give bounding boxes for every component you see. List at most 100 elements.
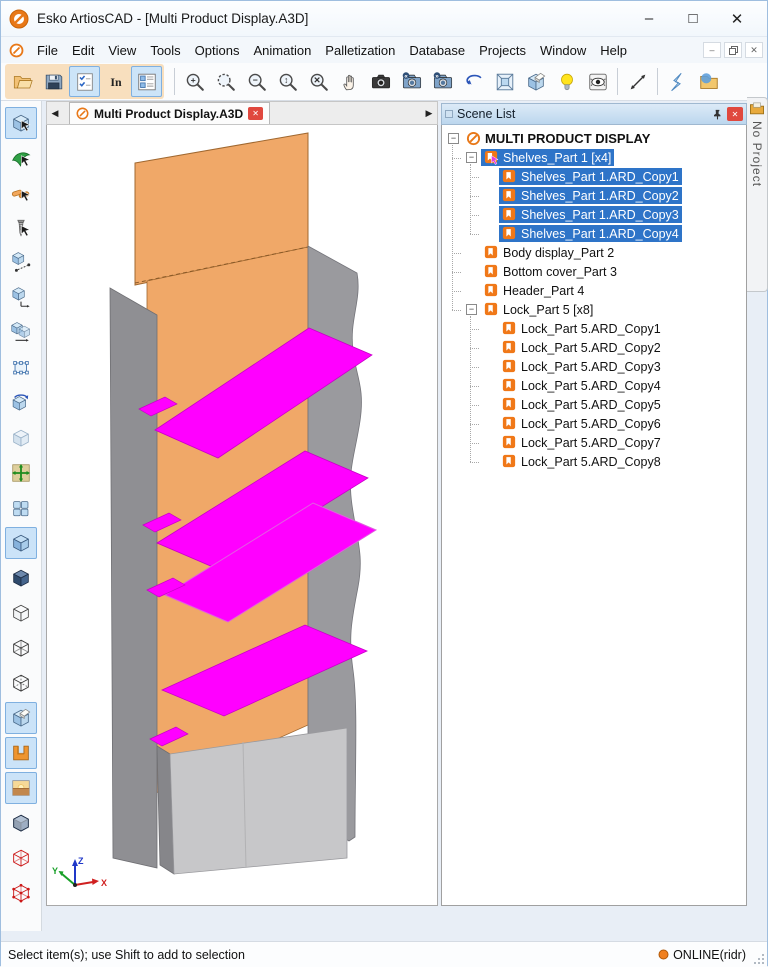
perspective-frame-button[interactable] [489, 66, 520, 97]
select-surface-button[interactable] [5, 142, 37, 174]
render-options-button[interactable] [582, 66, 613, 97]
view-points-red-button[interactable] [5, 877, 37, 909]
part-icon [502, 169, 517, 184]
cube-shaded-icon [10, 567, 32, 589]
scene-item[interactable]: Lock_Part 5.ARD_Copy5 [444, 395, 744, 414]
arrange-copies-button[interactable] [5, 492, 37, 524]
document-tab[interactable]: Multi Product Display.A3D ✕ [69, 102, 270, 124]
defaults-button[interactable] [69, 66, 100, 97]
view-background-button[interactable] [5, 772, 37, 804]
scene-item[interactable]: Lock_Part 5.ARD_Copy7 [444, 433, 744, 452]
pullout-view-button[interactable] [520, 66, 551, 97]
units-button[interactable]: In [100, 66, 131, 97]
mdi-close-button[interactable]: ✕ [745, 42, 763, 58]
zoom-fit-height-button[interactable]: ↕ [272, 66, 303, 97]
zoom-extents-button[interactable]: ✕ [303, 66, 334, 97]
scene-item[interactable]: Body display_Part 2 [444, 243, 744, 262]
view-wireframe-button[interactable] [5, 632, 37, 664]
duplicate-object-button[interactable] [5, 422, 37, 454]
previous-view-button[interactable]: « [396, 66, 427, 97]
zoom-out-button[interactable]: − [241, 66, 272, 97]
minimize-button[interactable]: – [627, 4, 671, 34]
next-view-button[interactable]: » [427, 66, 458, 97]
zoom-in-button[interactable]: + [179, 66, 210, 97]
collapse-icon[interactable]: − [466, 304, 477, 315]
select-button[interactable] [5, 107, 37, 139]
scene-item[interactable]: Lock_Part 5.ARD_Copy3 [444, 357, 744, 376]
menu-file[interactable]: File [30, 40, 65, 61]
scene-item[interactable]: Shelves_Part 1.ARD_Copy2 [444, 186, 744, 205]
view-eraser-button[interactable] [5, 702, 37, 734]
maximize-button[interactable]: □ [671, 4, 715, 34]
pan-button[interactable] [334, 66, 365, 97]
part-icon [502, 321, 517, 336]
project-browser-button[interactable] [693, 66, 724, 97]
part-icon [484, 245, 499, 260]
select-hardware-button[interactable] [5, 212, 37, 244]
cube-xray-icon [10, 672, 32, 694]
rotate-view-button[interactable] [458, 66, 489, 97]
view-transparent-button[interactable] [5, 807, 37, 839]
collapse-icon[interactable]: − [466, 152, 477, 163]
tab-scroll-right-icon[interactable]: ▶ [421, 108, 437, 119]
menu-view[interactable]: View [101, 40, 143, 61]
project-side-tab[interactable]: No Project [747, 97, 768, 292]
scene-item[interactable]: Bottom cover_Part 3 [444, 262, 744, 281]
move-point-to-point-button[interactable] [5, 247, 37, 279]
menu-database[interactable]: Database [402, 40, 472, 61]
view-wireframe-red-button[interactable] [5, 842, 37, 874]
scene-item[interactable]: −Shelves_Part 1 [x4] [444, 148, 744, 167]
menu-options[interactable]: Options [188, 40, 247, 61]
lighting-button[interactable] [551, 66, 582, 97]
scene-item[interactable]: Shelves_Part 1.ARD_Copy4 [444, 224, 744, 243]
scene-item[interactable]: Header_Part 4 [444, 281, 744, 300]
snapshot-button[interactable] [365, 66, 396, 97]
zoom-in-icon: + [184, 71, 206, 93]
close-button[interactable]: ✕ [715, 4, 759, 34]
menu-edit[interactable]: Edit [65, 40, 101, 61]
pin-icon[interactable] [712, 109, 723, 120]
curve-tool-button[interactable] [662, 66, 693, 97]
tab-close-icon[interactable]: ✕ [248, 107, 263, 120]
resize-grip[interactable] [753, 953, 765, 965]
menu-tools[interactable]: Tools [143, 40, 187, 61]
open-button[interactable] [7, 66, 38, 97]
scene-item[interactable]: Shelves_Part 1.ARD_Copy3 [444, 205, 744, 224]
scene-item[interactable]: −Lock_Part 5 [x8] [444, 300, 744, 319]
scene-item[interactable]: Lock_Part 5.ARD_Copy6 [444, 414, 744, 433]
scene-item[interactable]: Shelves_Part 1.ARD_Copy1 [444, 167, 744, 186]
scene-item[interactable]: Lock_Part 5.ARD_Copy4 [444, 376, 744, 395]
copy-along-axis-button[interactable] [5, 317, 37, 349]
view-xray-button[interactable] [5, 667, 37, 699]
view-shaded-button[interactable] [5, 562, 37, 594]
viewport-3d[interactable]: Z Y X [46, 125, 438, 906]
save-button[interactable] [38, 66, 69, 97]
layout-panels-button[interactable] [131, 66, 162, 97]
align-center-button[interactable] [5, 457, 37, 489]
scene-list-header[interactable]: Scene List ✕ [441, 103, 747, 125]
menu-help[interactable]: Help [593, 40, 634, 61]
stretch-object-button[interactable] [5, 352, 37, 384]
panel-close-icon[interactable]: ✕ [727, 107, 743, 121]
menu-animation[interactable]: Animation [246, 40, 318, 61]
menu-window[interactable]: Window [533, 40, 593, 61]
zoom-rectangle-button[interactable] [210, 66, 241, 97]
collapse-icon[interactable]: − [448, 133, 459, 144]
mdi-minimize-button[interactable]: – [703, 42, 721, 58]
menu-projects[interactable]: Projects [472, 40, 533, 61]
measure-button[interactable] [622, 66, 653, 97]
scene-item[interactable]: Lock_Part 5.ARD_Copy8 [444, 452, 744, 471]
move-along-axis-button[interactable] [5, 282, 37, 314]
select-part-button[interactable] [5, 177, 37, 209]
scene-item[interactable]: −MULTI PRODUCT DISPLAY [444, 129, 744, 148]
scene-item[interactable]: Lock_Part 5.ARD_Copy2 [444, 338, 744, 357]
rotate-object-button[interactable] [5, 387, 37, 419]
view-hidden-line-button[interactable] [5, 597, 37, 629]
view-corrugation-button[interactable] [5, 737, 37, 769]
view-solid-button[interactable] [5, 527, 37, 559]
mdi-restore-button[interactable] [724, 42, 742, 58]
tab-scroll-left-icon[interactable]: ◀ [47, 108, 63, 119]
tree-connector [470, 177, 479, 178]
menu-palletization[interactable]: Palletization [318, 40, 402, 61]
scene-item[interactable]: Lock_Part 5.ARD_Copy1 [444, 319, 744, 338]
